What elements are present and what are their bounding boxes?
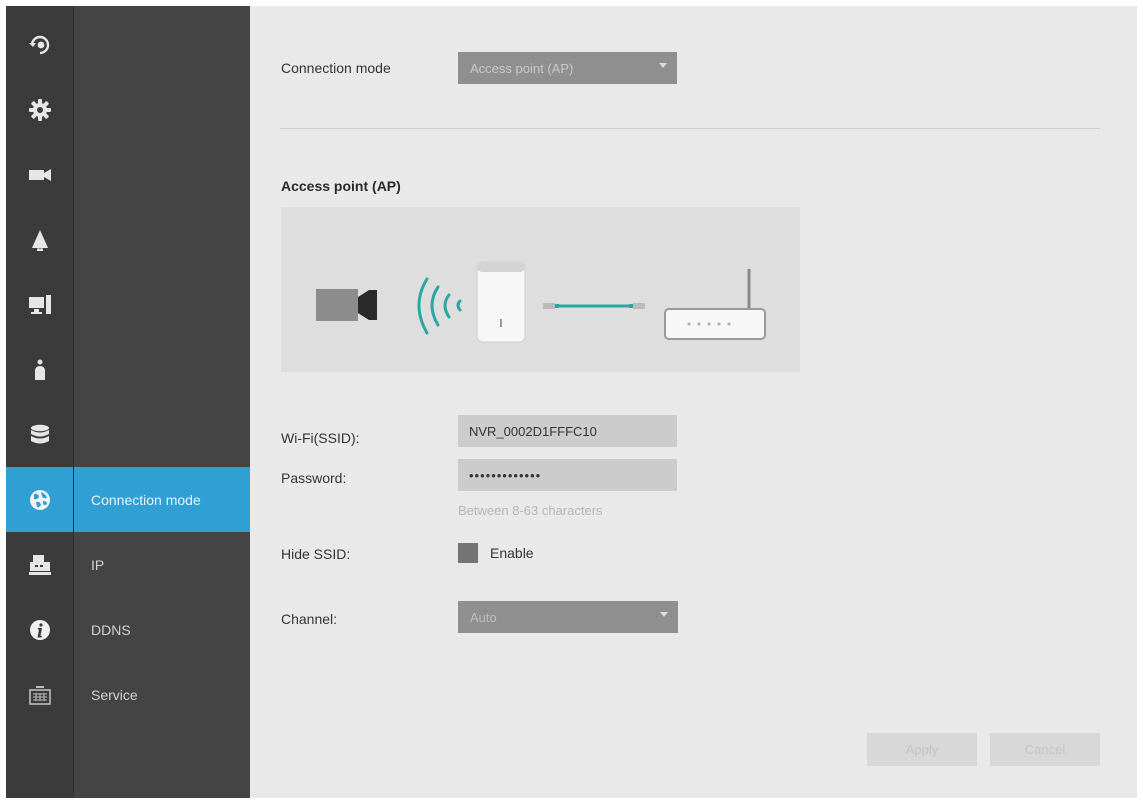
rail-item-camera-rotate[interactable] [6,12,73,77]
network-submenu: Connection mode IP DDNS Service [73,6,251,798]
user-icon [34,359,45,380]
enable-label: Enable [490,545,534,561]
password-hint: Between 8-63 characters [458,503,603,518]
alarm-bell-icon [31,229,48,251]
channel-select[interactable]: Auto [458,601,678,633]
password-label: Password: [281,470,347,486]
cancel-button-label: Cancel [1024,742,1066,757]
camera-rotate-icon [28,35,49,54]
submenu-item-connection-mode[interactable]: Connection mode [74,467,251,532]
cancel-button[interactable]: Cancel [990,733,1100,766]
rail-item-keyboard[interactable] [6,662,73,727]
rail-item-user[interactable] [6,337,73,402]
submenu-item-ip[interactable]: IP [74,532,251,597]
connection-mode-select[interactable]: Access point (AP) [458,52,677,84]
submenu-item-service[interactable]: Service [74,662,251,727]
submenu-item-label: Service [91,686,138,703]
rail-item-alarm[interactable] [6,207,73,272]
wifi-ssid-value: NVR_0002D1FFFC10 [469,423,597,439]
connection-mode-value: Access point (AP) [470,60,574,76]
info-icon [29,619,50,640]
apply-button-label: Apply [905,742,939,757]
chevron-down-icon [659,63,667,68]
rail-item-camera[interactable] [6,142,73,207]
rail-item-system[interactable] [6,272,73,337]
rail-item-device[interactable] [6,532,73,597]
wifi-signal-icon [417,277,462,335]
section-divider [280,128,1100,129]
ap-diagram [281,207,800,372]
gear-icon [28,98,51,121]
connection-mode-label: Connection mode [281,60,391,76]
computer-monitor-icon [28,294,51,314]
channel-value: Auto [470,609,497,625]
main-panel: Connection mode Access point (AP) Access… [250,6,1137,798]
database-icon [30,424,49,443]
submenu-item-ddns[interactable]: DDNS [74,597,251,662]
hide-ssid-label: Hide SSID: [281,546,351,562]
rail-item-settings[interactable] [6,77,73,142]
channel-label: Channel: [281,611,338,627]
hide-ssid-checkbox[interactable] [458,543,478,563]
printer-icon [28,554,51,575]
submenu-item-label: IP [91,556,105,573]
rail-item-network[interactable] [6,467,73,532]
password-value: ••••••••••••• [469,467,542,483]
rail-item-storage[interactable] [6,402,73,467]
apply-button[interactable]: Apply [867,733,977,766]
globe-network-icon [29,489,50,510]
video-camera-icon [28,168,51,181]
rail-item-info[interactable] [6,597,73,662]
keyboard-icon [28,685,51,705]
icon-rail [6,6,73,798]
router-icon [664,269,766,340]
password-field[interactable]: ••••••••••••• [458,459,677,491]
section-title: Access point (AP) [281,178,401,194]
submenu-item-label: Connection mode [91,491,201,508]
camera-icon [316,289,377,321]
wifi-ssid-field[interactable]: NVR_0002D1FFFC10 [458,415,677,447]
chevron-down-icon [660,612,668,617]
access-point-icon [476,261,526,343]
submenu-item-label: DDNS [91,621,131,638]
app-window: Connection mode IP DDNS Service Connecti… [6,6,1137,798]
wifi-ssid-label: Wi-Fi(SSID): [281,430,360,446]
ethernet-cable-icon [543,303,645,309]
